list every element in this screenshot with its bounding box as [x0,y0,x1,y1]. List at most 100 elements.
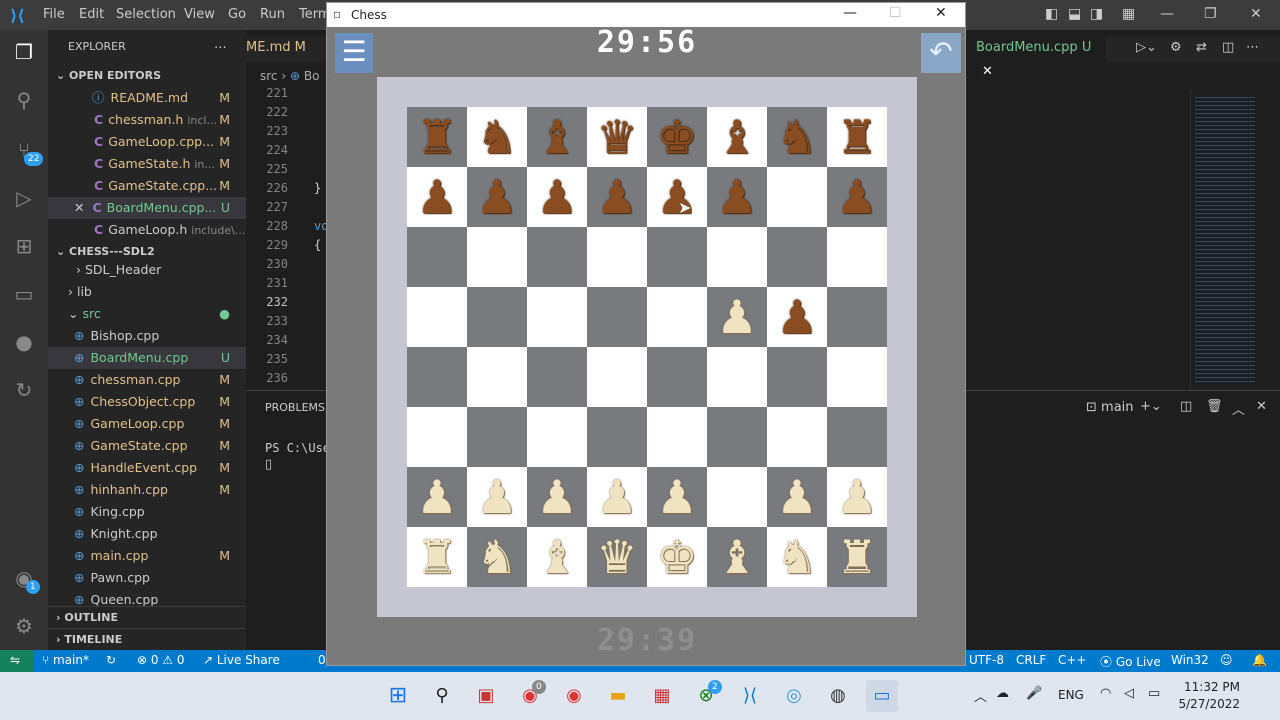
trash-icon[interactable]: 🗑 [1206,399,1223,414]
black-queen-icon[interactable]: ♛ [596,110,637,164]
board-square[interactable]: ♚ [647,107,707,167]
board-square[interactable]: ♞ [467,107,527,167]
board-square[interactable]: ♞ [767,527,827,587]
menu-run[interactable]: Run [260,7,285,22]
chess-board[interactable]: ♜ ♞ ♝ ♛ ♚ ♝ ♞ ♜ ♟ ♟ ♟ ♟ ♟ ♟ ♟ ♟ ♟ ♟ ♟ ♟ ♟ ♟ ♟ ♟ ♜ ♞ ♝ ♛ ♚ ♝ ♞ ♜ [407,107,887,587]
terminal-shell-selector[interactable]: ⊡ main [1086,400,1134,415]
src-file-item[interactable]: ⊕ Pawn.cpp [48,567,246,589]
board-square[interactable] [527,407,587,467]
microphone-icon[interactable]: 🎤 [1026,686,1042,701]
live-share-button[interactable]: ↗ Live Share [203,653,280,667]
more-actions-icon[interactable]: ⋯ [1246,40,1259,55]
layout-sidebar-icon[interactable]: ◧ [1045,6,1058,22]
src-file-item[interactable]: ⊕ HandleEvent.cpp M [48,457,246,479]
board-square[interactable]: ♚ [647,527,707,587]
black-rook-icon[interactable]: ♜ [416,110,457,164]
open-editor-item[interactable]: C GameLoop.h include\... [48,219,246,241]
board-square[interactable]: ♜ [407,107,467,167]
clock-time[interactable]: 11:32 PM [1180,680,1240,694]
menu-selection[interactable]: Selection [116,7,176,22]
board-square[interactable] [587,287,647,347]
terminal-prompt[interactable]: PS C:\Use [265,441,330,455]
file-explorer-icon[interactable]: ▬ [602,680,634,712]
black-rook-icon[interactable]: ♜ [836,110,877,164]
close-icon[interactable]: ✕ [1250,6,1262,22]
board-square[interactable]: ♟ [407,467,467,527]
black-pawn-icon[interactable]: ♟ [596,170,637,224]
onedrive-icon[interactable]: ☁ [996,686,1009,701]
chevron-up-icon[interactable]: ︿ [974,686,987,705]
clock-date[interactable]: 5/27/2022 [1176,697,1240,711]
board-square[interactable] [827,287,887,347]
close-panel-icon[interactable]: ✕ [1256,399,1267,414]
volume-icon[interactable]: ◁ [1124,686,1134,701]
src-file-item[interactable]: ⊕ King.cpp [48,501,246,523]
close-tab-icon[interactable]: ✕ [982,64,993,79]
language-indicator[interactable]: C++ [1058,653,1087,667]
board-square[interactable]: ♜ [827,107,887,167]
board-square[interactable] [767,347,827,407]
layout-panel-icon[interactable]: ⬓ [1068,6,1081,22]
run-icon[interactable]: ▷⌄ [1136,40,1157,55]
remote-indicator[interactable]: ⇋ [0,650,34,672]
settings-gear-icon[interactable]: ⚙ [12,614,36,638]
chrome-icon[interactable]: ◉ [558,680,590,712]
github-icon[interactable]: ● [12,330,36,354]
language-indicator[interactable]: ENG [1058,688,1084,702]
src-file-item[interactable]: ⊕ Knight.cpp [48,523,246,545]
problems-tab[interactable]: PROBLEMS [265,401,325,414]
board-square[interactable] [407,227,467,287]
board-square[interactable] [767,167,827,227]
white-pawn-icon[interactable]: ♟ [476,470,517,524]
src-file-item[interactable]: ⊕ GameLoop.cpp M [48,413,246,435]
black-king-icon[interactable]: ♚ [656,110,697,164]
board-square[interactable]: ♜ [827,527,887,587]
board-square[interactable] [527,227,587,287]
folder-item[interactable]: › SDL_Header [48,259,246,281]
minimap[interactable] [1190,90,1270,390]
remote-explorer-icon[interactable]: ▭ [12,282,36,306]
sync-icon[interactable]: ↻ [106,653,116,667]
notifications-icon[interactable]: 🔔 [1252,653,1267,667]
src-file-item[interactable]: ⊕ ChessObject.cpp M [48,391,246,413]
minimize-icon[interactable]: — [1160,6,1174,22]
src-file-item[interactable]: ⊕ chessman.cpp M [48,369,246,391]
board-square[interactable] [707,407,767,467]
src-file-item[interactable]: ⊕ hinhanh.cpp M [48,479,246,501]
white-bishop-icon[interactable]: ♝ [716,530,757,584]
breadcrumb[interactable]: src › ⊕ Bo [260,69,319,83]
board-square[interactable]: ♞ [467,527,527,587]
board-square[interactable] [467,347,527,407]
platform-indicator[interactable]: Win32 [1171,653,1209,667]
open-editor-item[interactable]: C GameLoop.cpp... M [48,131,246,153]
menu-view[interactable]: View [184,7,215,22]
white-pawn-icon[interactable]: ♟ [776,470,817,524]
tab-readme[interactable]: ME.md M [246,40,306,55]
search-icon[interactable]: ⚲ [12,88,36,112]
board-square[interactable]: ♟ [707,287,767,347]
encoding-indicator[interactable]: UTF-8 [969,653,1004,667]
open-editor-item[interactable]: Cchessman.h incl... M [48,109,246,131]
store-icon[interactable]: ▦ [646,680,678,712]
board-square[interactable]: ♟ [707,167,767,227]
board-square[interactable]: ♟ [767,467,827,527]
live-share-icon[interactable]: ↻ [12,378,36,402]
search-icon[interactable]: ⚲ [426,680,458,712]
problems-indicator[interactable]: ⊗ 0 ⚠ 0 [137,653,185,667]
folder-item-expanded[interactable]: ⌄ src ● [48,303,246,325]
board-square[interactable]: ♟ [587,467,647,527]
black-pawn-icon[interactable]: ♟ [656,170,697,224]
split-terminal-icon[interactable]: ◫ [1180,399,1192,414]
explorer-icon[interactable]: ❐ [12,40,36,64]
white-pawn-icon[interactable]: ♟ [536,470,577,524]
board-square[interactable] [587,407,647,467]
black-bishop-icon[interactable]: ♝ [536,110,577,164]
board-square[interactable]: ♟ [647,167,707,227]
board-square[interactable]: ♝ [707,107,767,167]
outline-header[interactable]: › OUTLINE [48,606,246,628]
open-editor-item[interactable]: ⓘ README.md M [48,87,246,109]
split-editor-icon[interactable]: ◫ [1222,40,1234,55]
open-editors-header[interactable]: ⌄ OPEN EDITORS [48,65,246,87]
board-square[interactable]: ♟ [587,167,647,227]
white-pawn-icon[interactable]: ♟ [596,470,637,524]
